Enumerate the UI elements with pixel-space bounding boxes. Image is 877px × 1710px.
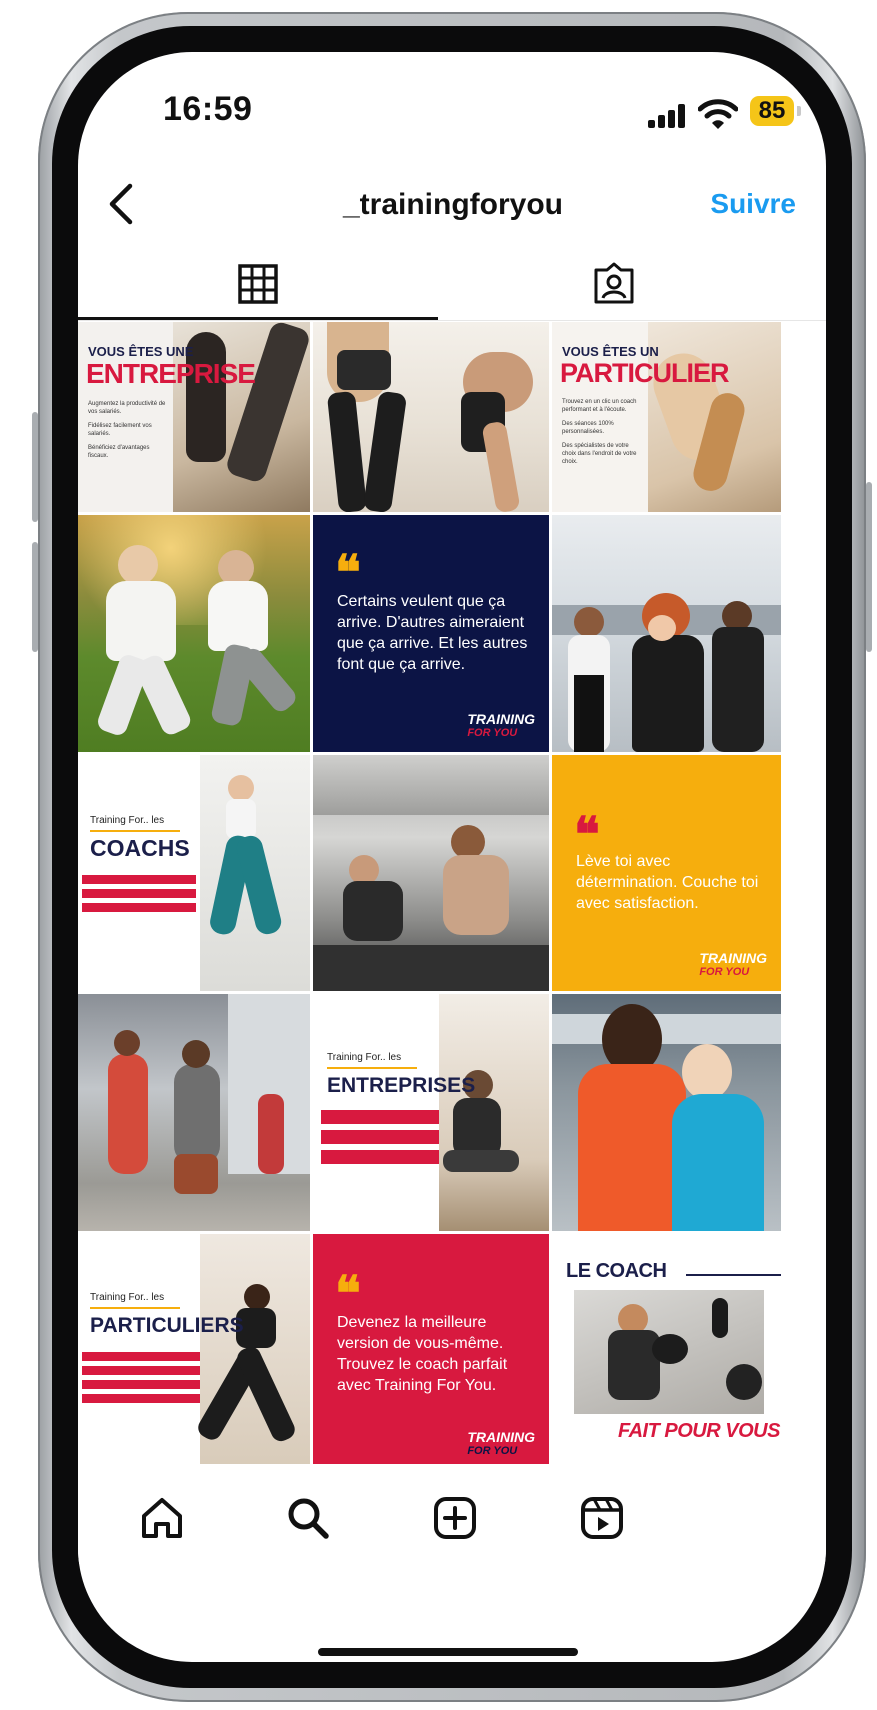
tile-subtitle: Training For.. les bbox=[327, 1052, 402, 1063]
bottom-navigation bbox=[78, 1464, 826, 1564]
tile-line1: VOUS ÊTES UNE bbox=[88, 344, 194, 359]
post-tile[interactable] bbox=[552, 515, 781, 752]
quote-tile[interactable]: ❝ Devenez la meilleure version de vous-m… bbox=[313, 1234, 549, 1470]
tile-bullet-list: Trouvez en un clic un coach performant e… bbox=[562, 398, 644, 466]
tile-heading: PARTICULIER bbox=[560, 358, 729, 388]
signal-icon bbox=[648, 104, 688, 128]
wifi-icon bbox=[698, 99, 738, 129]
reels-icon[interactable] bbox=[578, 1494, 626, 1542]
side-button bbox=[32, 412, 38, 522]
tile-heading: LE COACH bbox=[566, 1260, 667, 1282]
screen: 16:59 85 _trainingforyou Suivre VOUS ÊTE… bbox=[78, 52, 826, 1662]
tile-heading: COACHS bbox=[90, 835, 190, 861]
tile-quote: Devenez la meilleure version de vous-mêm… bbox=[337, 1314, 508, 1394]
tile-heading: ENTREPRISES bbox=[327, 1074, 476, 1097]
brand-tagline: FOR YOU bbox=[467, 727, 518, 739]
quote-icon: ❝ bbox=[335, 545, 361, 601]
side-button bbox=[32, 542, 38, 652]
brand-name: TRAINING bbox=[467, 1429, 535, 1445]
tile-heading: ENTREPRISE bbox=[86, 358, 256, 389]
create-icon[interactable] bbox=[431, 1494, 479, 1542]
post-tile[interactable] bbox=[552, 994, 781, 1231]
post-tile[interactable]: LE COACH FAIT POUR VOUS bbox=[552, 1234, 781, 1470]
tile-bullet-list: Augmentez la productivité de vos salarié… bbox=[88, 400, 170, 460]
tagged-user-icon bbox=[594, 262, 634, 304]
home-icon[interactable] bbox=[138, 1494, 186, 1542]
quote-icon: ❝ bbox=[335, 1266, 361, 1322]
tile-subtitle: Training For.. les bbox=[90, 1292, 165, 1303]
quote-icon: ❝ bbox=[574, 807, 600, 863]
quote-tile[interactable]: ❝ Certains veulent que ça arrive. D'autr… bbox=[313, 515, 549, 752]
brand-tagline: FOR YOU bbox=[467, 1445, 518, 1457]
phone-frame: 16:59 85 _trainingforyou Suivre VOUS ÊTE… bbox=[32, 12, 872, 1702]
post-grid: VOUS ÊTES UNE ENTREPRISE Augmentez la pr… bbox=[78, 322, 791, 1470]
post-tile[interactable]: VOUS ÊTES UN PARTICULIER Trouvez en un c… bbox=[552, 322, 781, 512]
post-tile[interactable] bbox=[78, 994, 310, 1231]
search-icon[interactable] bbox=[284, 1494, 332, 1542]
tile-bullet: Augmentez la productivité de vos salarié… bbox=[88, 401, 166, 415]
tile-bullet: Bénéficiez d'avantages fiscaux. bbox=[88, 445, 150, 459]
tab-divider bbox=[78, 320, 826, 321]
brand-logo: TRAINING FOR YOU bbox=[699, 951, 767, 979]
post-tile[interactable]: Training For.. les ENTREPRISES bbox=[313, 994, 549, 1231]
brand-logo: TRAINING FOR YOU bbox=[467, 712, 535, 740]
post-tile[interactable] bbox=[313, 322, 549, 512]
brand-logo: TRAINING FOR YOU bbox=[467, 1430, 535, 1458]
brand-name: TRAINING bbox=[467, 711, 535, 727]
tile-quote: Lève toi avec détermination. Couche toi … bbox=[576, 853, 759, 912]
post-tile[interactable] bbox=[313, 755, 549, 991]
brand-name: TRAINING bbox=[699, 950, 767, 966]
tile-bullet: Des séances 100% personnalisées. bbox=[562, 421, 614, 435]
phone-bezel: 16:59 85 _trainingforyou Suivre VOUS ÊTE… bbox=[52, 26, 852, 1688]
side-button bbox=[866, 482, 872, 652]
tile-subtitle: Training For.. les bbox=[90, 815, 165, 826]
post-tile[interactable]: VOUS ÊTES UNE ENTREPRISE Augmentez la pr… bbox=[78, 322, 310, 512]
post-tile[interactable]: Training For.. les COACHS bbox=[78, 755, 310, 991]
tab-tagged[interactable] bbox=[584, 258, 644, 316]
battery-icon bbox=[797, 106, 801, 116]
tile-line1: VOUS ÊTES UN bbox=[562, 344, 659, 359]
post-tile[interactable]: Training For.. les PARTICULIERS bbox=[78, 1234, 310, 1470]
post-tile[interactable] bbox=[78, 515, 310, 752]
tile-heading: PARTICULIERS bbox=[90, 1314, 244, 1337]
battery-level: 85 bbox=[750, 96, 794, 126]
tile-bullet: Fidélisez facilement vos salariés. bbox=[88, 423, 152, 437]
tile-bullet: Trouvez en un clic un coach performant e… bbox=[562, 399, 637, 413]
quote-tile[interactable]: ❝ Lève toi avec détermination. Couche to… bbox=[552, 755, 781, 991]
follow-button[interactable]: Suivre bbox=[710, 188, 796, 220]
tile-bullet: Des spécialistes de votre choix dans l'e… bbox=[562, 443, 637, 465]
status-time: 16:59 bbox=[163, 90, 253, 128]
home-indicator[interactable] bbox=[318, 1648, 578, 1656]
tile-tagline: FAIT POUR VOUS bbox=[618, 1420, 780, 1442]
tab-grid[interactable] bbox=[228, 258, 288, 316]
grid-icon bbox=[238, 264, 278, 304]
tile-quote: Certains veulent que ça arrive. D'autres… bbox=[337, 593, 528, 673]
tab-active-indicator bbox=[78, 317, 438, 320]
brand-tagline: FOR YOU bbox=[699, 966, 750, 978]
